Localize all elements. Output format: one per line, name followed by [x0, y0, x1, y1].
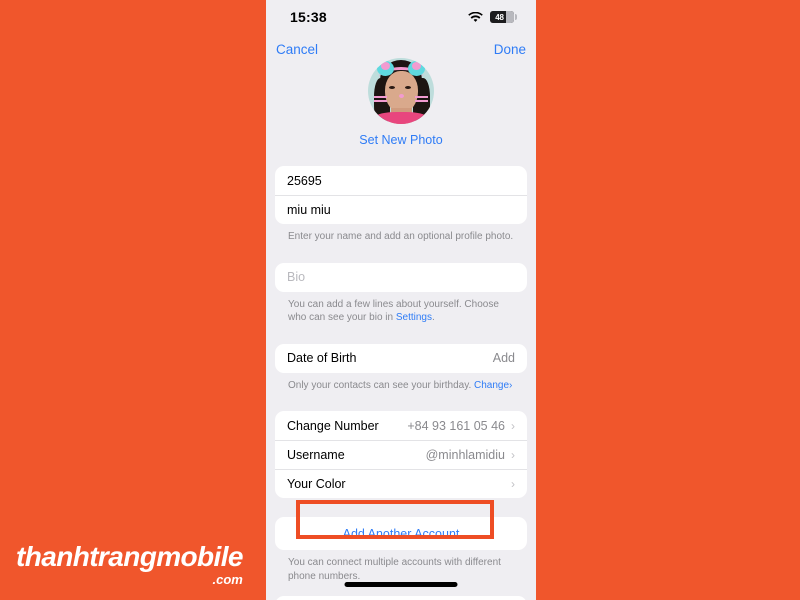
account-card: Change Number +84 93 161 05 46 › Usernam…	[275, 411, 527, 498]
status-bar-indicators: 48	[468, 11, 517, 23]
change-number-row[interactable]: Change Number +84 93 161 05 46 ›	[275, 411, 527, 440]
first-name-row[interactable]: 25695	[275, 166, 527, 195]
watermark-sub-text: .com	[212, 572, 243, 587]
name-footnote: Enter your name and add an optional prof…	[288, 231, 514, 242]
add-another-account-card: Add Another Account	[275, 517, 527, 550]
dob-change-link[interactable]: Change	[474, 380, 509, 391]
username-label: Username	[287, 448, 345, 462]
wifi-icon	[468, 11, 483, 23]
done-button[interactable]: Done	[494, 42, 526, 57]
bio-footnote-period: .	[431, 312, 435, 323]
date-of-birth-add-button[interactable]: Add	[493, 351, 515, 365]
profile-photo-block: Set New Photo	[266, 58, 536, 147]
bio-footnote-text: You can add a few lines about yourself. …	[288, 298, 499, 324]
bio-card: Bio	[275, 262, 527, 292]
watermark: thanhtrangmobile .com	[16, 541, 243, 587]
chevron-right-icon: ›	[511, 477, 515, 491]
phone-screen: 15:38 48 Cancel Done Set New Photo 25695…	[266, 0, 536, 600]
battery-percent-label: 48	[495, 12, 504, 22]
date-of-birth-footnote: Only your contacts can see your birthday…	[266, 373, 536, 393]
date-of-birth-label: Date of Birth	[287, 351, 357, 365]
status-bar-clock: 15:38	[290, 9, 327, 25]
logout-button[interactable]: Log Out	[275, 596, 527, 600]
home-indicator	[344, 582, 458, 587]
avatar[interactable]	[368, 58, 434, 124]
username-value: @minhlamidiu	[425, 448, 505, 462]
set-new-photo-button[interactable]: Set New Photo	[266, 133, 536, 147]
chevron-right-icon: ›	[511, 448, 515, 462]
change-number-label: Change Number	[287, 418, 379, 433]
bio-settings-link[interactable]: Settings	[396, 312, 432, 323]
battery-icon: 48	[490, 11, 517, 23]
first-name-input[interactable]: 25695	[287, 174, 322, 188]
date-of-birth-card: Date of Birth Add	[275, 343, 527, 373]
chevron-right-icon[interactable]: ›	[509, 380, 512, 391]
bio-input[interactable]: Bio	[287, 270, 305, 284]
bio-row[interactable]: Bio	[275, 263, 527, 292]
last-name-input[interactable]: miu miu	[287, 203, 331, 217]
date-of-birth-row[interactable]: Date of Birth Add	[275, 344, 527, 373]
navigation-bar: Cancel Done	[266, 34, 536, 64]
your-color-row[interactable]: Your Color ›	[275, 469, 527, 498]
add-another-account-button[interactable]: Add Another Account	[275, 517, 527, 550]
name-card: 25695 miu miu	[275, 166, 527, 224]
logout-card: Log Out	[275, 596, 527, 600]
dob-footnote-text: Only your contacts can see your birthday…	[288, 379, 475, 391]
your-color-label: Your Color	[287, 477, 346, 491]
last-name-row[interactable]: miu miu	[275, 195, 527, 224]
status-bar: 15:38 48	[266, 0, 536, 34]
bio-footnote: You can add a few lines about yourself. …	[266, 292, 536, 325]
cancel-button[interactable]: Cancel	[276, 42, 318, 57]
add-account-footnote: You can connect multiple accounts with d…	[288, 557, 501, 582]
chevron-right-icon: ›	[511, 418, 515, 433]
watermark-main-text: thanhtrangmobile	[16, 541, 243, 572]
change-number-value: +84 93 161 05 46	[407, 418, 505, 433]
username-row[interactable]: Username @minhlamidiu ›	[275, 440, 527, 469]
